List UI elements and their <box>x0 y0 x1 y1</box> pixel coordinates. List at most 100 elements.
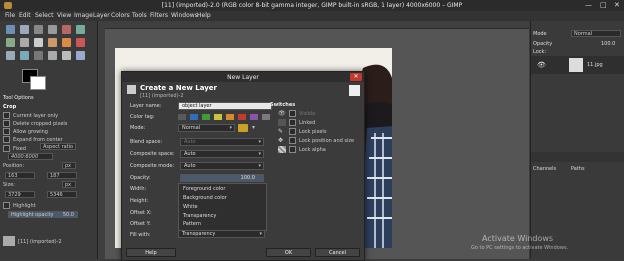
color-tag-none[interactable] <box>178 114 186 120</box>
smudge-tool-icon[interactable] <box>20 51 29 60</box>
allow-growing-checkbox[interactable] <box>3 128 10 135</box>
ok-button[interactable]: OK <box>266 248 311 257</box>
menu-tools[interactable]: Tools <box>132 12 147 19</box>
expand-from-center-option[interactable]: Expand from center <box>3 136 63 143</box>
color-tag-orange[interactable] <box>226 114 234 120</box>
tool-options-tab[interactable]: Tool Options <box>3 95 34 101</box>
blend-space-select[interactable]: Auto ▾ <box>180 138 264 146</box>
fixed-option[interactable]: Fixed <box>3 145 26 152</box>
close-window-button[interactable]: ✕ <box>614 2 620 9</box>
delete-cropped-checkbox[interactable] <box>3 120 10 127</box>
menu-file[interactable]: File <box>5 12 15 19</box>
color-tag-gray[interactable] <box>262 114 270 120</box>
menu-colors[interactable]: Colors <box>111 12 130 19</box>
switch-visible[interactable]: 👁 Visible <box>278 110 315 117</box>
layer-name[interactable]: 11.jpg <box>587 62 603 68</box>
menu-filters[interactable]: Filters <box>150 12 168 19</box>
linked-checkbox[interactable] <box>289 119 296 126</box>
switch-lock-position[interactable]: ✥ Lock position and size <box>278 137 354 144</box>
eraser-icon[interactable] <box>76 38 85 47</box>
position-x-input[interactable]: 163 <box>5 172 35 179</box>
layer-row[interactable]: 👁 11.jpg <box>531 56 624 74</box>
fixed-checkbox[interactable] <box>3 145 10 152</box>
fill-option-white[interactable]: White <box>183 204 198 210</box>
highlight-opacity-slider[interactable]: Highlight opacity 50.0 <box>8 211 78 218</box>
opacity-slider[interactable]: 100.0 <box>180 174 264 182</box>
image-thumbnail-icon[interactable] <box>3 236 15 246</box>
menu-help[interactable]: Help <box>197 12 211 19</box>
color-tag-violet[interactable] <box>250 114 258 120</box>
help-button[interactable]: Help <box>126 248 176 257</box>
color-tag-yellow[interactable] <box>214 114 222 120</box>
menu-view[interactable]: View <box>57 12 71 19</box>
allow-growing-option[interactable]: Allow growing <box>3 128 48 135</box>
mode-menu-icon[interactable]: ▾ <box>252 124 260 132</box>
minimize-button[interactable]: — <box>585 2 592 9</box>
size-width-input[interactable]: 3729 <box>5 191 35 198</box>
expand-from-center-checkbox[interactable] <box>3 136 10 143</box>
switch-lock-pixels[interactable]: ✎ Lock pixels <box>278 128 326 135</box>
switch-lock-alpha[interactable]: Lock alpha <box>278 146 326 153</box>
delete-cropped-option[interactable]: Delete cropped pixels <box>3 120 67 127</box>
clone-tool-icon[interactable] <box>6 51 15 60</box>
fill-with-select[interactable]: Transparency ▾ <box>178 230 265 238</box>
ratio-input[interactable]: 4000:6000 <box>8 153 53 160</box>
composite-space-select[interactable]: Auto ▾ <box>180 150 264 158</box>
size-unit-select[interactable]: px <box>62 181 76 188</box>
path-tool-icon[interactable] <box>48 51 57 60</box>
lock-position-checkbox[interactable] <box>289 137 296 144</box>
transform-tool-icon[interactable] <box>6 38 15 47</box>
crop-tool-icon[interactable] <box>76 25 85 34</box>
color-tag-blue[interactable] <box>190 114 198 120</box>
free-select-icon[interactable] <box>48 25 57 34</box>
menu-layer[interactable]: Layer <box>93 12 110 19</box>
lock-pixels-checkbox[interactable] <box>289 128 296 135</box>
background-color-swatch[interactable] <box>30 76 46 90</box>
lock-alpha-checkbox[interactable] <box>289 146 296 153</box>
zoom-tool-icon[interactable] <box>76 51 85 60</box>
fill-option-transparency[interactable]: Transparency <box>183 213 216 219</box>
visible-checkbox[interactable] <box>289 110 296 117</box>
dodge-burn-icon[interactable] <box>34 51 43 60</box>
menu-windows[interactable]: Windows <box>171 12 198 19</box>
layer-mode-select[interactable]: Normal <box>571 30 621 37</box>
move-tool-icon[interactable] <box>6 25 15 34</box>
aspect-ratio-select[interactable]: Aspect ratio <box>40 143 76 150</box>
warp-tool-icon[interactable] <box>20 38 29 47</box>
align-tool-icon[interactable] <box>20 25 29 34</box>
position-y-input[interactable]: 187 <box>47 172 77 179</box>
menu-select[interactable]: Select <box>35 12 54 19</box>
fuzzy-select-icon[interactable] <box>62 25 71 34</box>
layer-opacity-value[interactable]: 100.0 <box>601 41 615 47</box>
fill-option-pattern[interactable]: Pattern <box>183 221 201 227</box>
highlight-option[interactable]: Highlight <box>3 202 36 209</box>
cancel-button[interactable]: Cancel <box>315 248 360 257</box>
color-tag-green[interactable] <box>202 114 210 120</box>
bucket-fill-icon[interactable] <box>48 38 57 47</box>
layer-name-input[interactable]: object layer <box>178 102 272 110</box>
color-tag-red[interactable] <box>238 114 246 120</box>
highlight-checkbox[interactable] <box>3 202 10 209</box>
menu-image[interactable]: Image <box>74 12 93 19</box>
mode-reset-icon[interactable] <box>238 124 248 132</box>
fill-option-foreground[interactable]: Foreground color <box>183 186 225 192</box>
color-tag-picker[interactable] <box>178 113 272 121</box>
rect-select-icon[interactable] <box>34 25 43 34</box>
image-tab-label[interactable]: [11] (imported)-2 <box>18 239 62 245</box>
maximize-button[interactable]: □ <box>600 2 607 9</box>
tab-channels[interactable]: Channels <box>533 166 556 172</box>
text-tool-icon[interactable] <box>34 38 43 47</box>
composite-mode-select[interactable]: Auto ▾ <box>180 162 264 170</box>
color-picker-icon[interactable] <box>62 51 71 60</box>
menu-edit[interactable]: Edit <box>19 12 31 19</box>
mode-select[interactable]: Normal ▾ <box>178 124 235 132</box>
dialog-close-button[interactable]: ✕ <box>350 73 362 81</box>
current-layer-only-checkbox[interactable] <box>3 112 10 119</box>
paintbrush-icon[interactable] <box>62 38 71 47</box>
size-height-input[interactable]: 5346 <box>47 191 77 198</box>
switch-linked[interactable]: Linked <box>278 119 315 126</box>
fill-option-background[interactable]: Background color <box>183 195 227 201</box>
layer-visibility-icon[interactable]: 👁 <box>537 61 546 69</box>
current-layer-only-option[interactable]: Current layer only <box>3 112 58 119</box>
position-unit-select[interactable]: px <box>62 162 76 169</box>
